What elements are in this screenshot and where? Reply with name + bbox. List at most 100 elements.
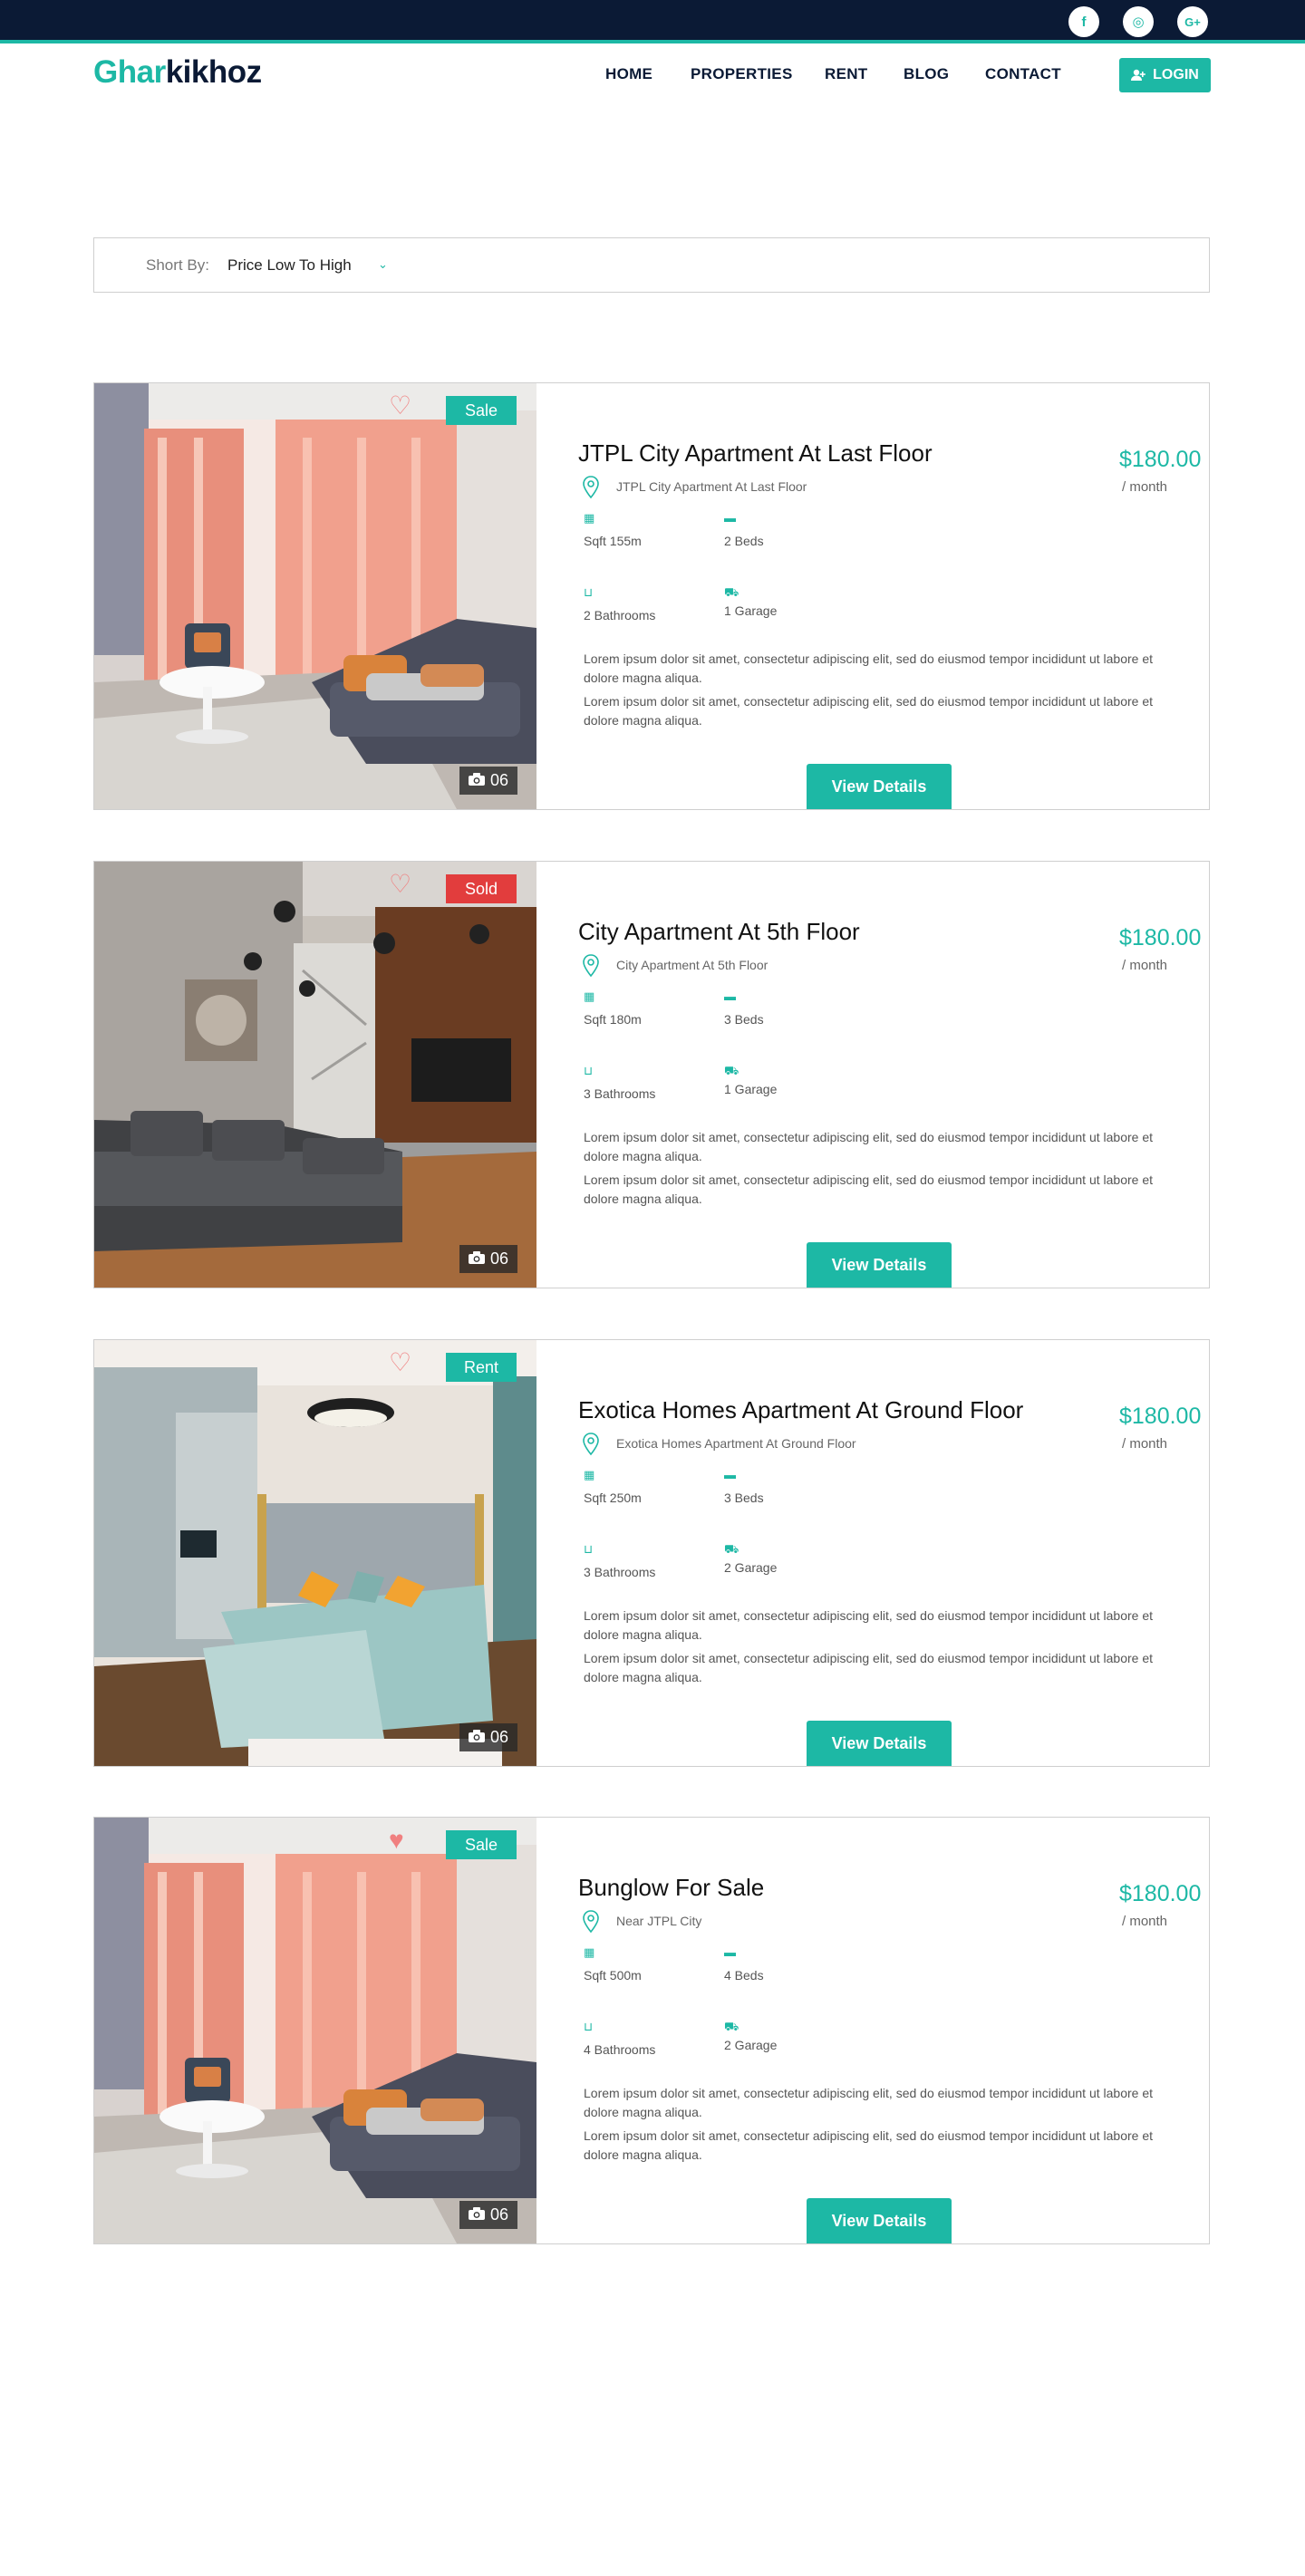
bed-icon: ▬ [724,511,736,525]
listing-photo[interactable]: ♡ Sale 06 [94,383,536,809]
logo-part-ghar: Ghar [93,54,166,90]
view-details-button[interactable]: View Details [807,1721,952,1766]
camera-icon [468,1728,485,1747]
garage-icon: ⛟ [724,1064,740,1077]
listing-price: $180.00 [1119,1881,1202,1906]
bed-icon: ▬ [724,989,736,1003]
listing-title[interactable]: JTPL City Apartment At Last Floor [578,439,933,468]
photo-count[interactable]: 06 [459,1245,517,1273]
feature-beds: 2 Beds [724,534,764,548]
photo-count[interactable]: 06 [459,767,517,795]
user-plus-icon [1131,69,1146,81]
location-pin-icon [582,954,600,982]
listing-description-2: Lorem ipsum dolor sit amet, consectetur … [584,694,1153,728]
feature-bathrooms: 2 Bathrooms [584,608,656,622]
living-room-photo [94,383,536,809]
feature-area: Sqft 180m [584,1012,642,1027]
view-details-button[interactable]: View Details [807,1242,952,1288]
listing-price: $180.00 [1119,925,1202,950]
listing-location: Exotica Homes Apartment At Ground Floor [616,1436,856,1451]
listing-photo[interactable]: ♡ Sold 06 [94,862,536,1288]
camera-icon [468,1249,485,1269]
login-button[interactable]: LOGIN [1119,58,1211,92]
listing-photo[interactable]: ♥ Sale 06 [94,1818,536,2243]
chevron-down-icon: ⌄ [378,257,388,271]
photo-count-value: 06 [489,1249,509,1268]
listing-title[interactable]: City Apartment At 5th Floor [578,918,860,946]
favorite-heart-icon[interactable]: ♡ [389,871,411,898]
status-badge: Sold [446,874,517,903]
listing-price: $180.00 [1119,447,1202,472]
price-period: / month [1122,1914,1168,1929]
google-plus-glyph: G+ [1184,14,1201,29]
garage-icon: ⛟ [724,2020,740,2033]
lounge-room-photo [94,862,536,1288]
listing-card: ♡ Sale 06 JTPL City Apartment At Last Floor… [93,382,1210,810]
location-pin-icon [582,1433,600,1461]
instagram-glyph: ◎ [1132,14,1145,30]
feature-bathrooms: 3 Bathrooms [584,1565,656,1579]
facebook-icon[interactable]: f [1068,6,1099,37]
listing-description-1: Lorem ipsum dolor sit amet, consectetur … [584,2086,1153,2119]
price-period: / month [1122,1436,1168,1452]
listing-info: Bunglow For Sale $180.00 / month Near JTPL … [536,1818,1209,2243]
area-icon: ▦ [584,511,595,525]
main-navbar: Gharkikhoz HOME PROPERTIES RENT BLOG CON… [0,47,1305,103]
nav-blog[interactable]: BLOG [904,65,949,83]
favorite-heart-icon[interactable]: ♡ [389,1349,411,1376]
nav-home[interactable]: HOME [605,65,652,83]
feature-area: Sqft 155m [584,534,642,548]
feature-bathrooms: 4 Bathrooms [584,2042,656,2057]
sort-dropdown[interactable]: Short By: Price Low To High ⌄ [93,237,1210,293]
nav-properties[interactable]: PROPERTIES [691,65,793,83]
feature-beds: 3 Beds [724,1012,764,1027]
area-icon: ▦ [584,989,595,1003]
listing-title[interactable]: Bunglow For Sale [578,1874,764,1902]
photo-count[interactable]: 06 [459,1723,517,1751]
favorite-heart-icon[interactable]: ♥ [389,1827,404,1854]
sort-value[interactable]: Price Low To High [227,256,352,275]
google-plus-icon[interactable]: G+ [1177,6,1208,37]
price-period: / month [1122,479,1168,495]
logo-part-kikhoz: kikhoz [165,54,262,90]
location-pin-icon [582,1910,600,1938]
status-badge: Rent [446,1353,517,1382]
bedroom-photo [94,1340,536,1766]
instagram-icon[interactable]: ◎ [1123,6,1154,37]
bed-icon: ▬ [724,1468,736,1481]
feature-beds: 3 Beds [724,1491,764,1505]
nav-contact[interactable]: CONTACT [985,65,1061,83]
listing-description-2: Lorem ipsum dolor sit amet, consectetur … [584,1651,1153,1684]
favorite-heart-icon[interactable]: ♡ [389,392,411,420]
garage-icon: ⛟ [724,585,740,599]
feature-bathrooms: 3 Bathrooms [584,1086,656,1101]
location-pin-icon [582,476,600,504]
bath-icon: ⊔ [584,585,594,599]
feature-garage: 1 Garage [724,1082,778,1096]
camera-icon [468,771,485,790]
listing-card: ♥ Sale 06 Bunglow For Sale $180.00 / month Nea… [93,1817,1210,2244]
facebook-glyph: f [1081,14,1087,30]
listing-description-1: Lorem ipsum dolor sit amet, consectetur … [584,1608,1153,1642]
view-details-button[interactable]: View Details [807,2198,952,2243]
bed-icon: ▬ [724,1945,736,1959]
status-badge: Sale [446,1830,517,1859]
listing-title[interactable]: Exotica Homes Apartment At Ground Floor [578,1396,1023,1424]
bath-icon: ⊔ [584,2020,594,2033]
sort-label: Short By: [146,256,209,274]
listing-photo[interactable]: ♡ Rent 06 [94,1340,536,1766]
price-period: / month [1122,958,1168,973]
view-details-button[interactable]: View Details [807,764,952,809]
area-icon: ▦ [584,1468,595,1481]
listing-location: Near JTPL City [616,1914,702,1928]
photo-count-value: 06 [489,1728,509,1746]
site-logo[interactable]: Gharkikhoz [93,53,262,92]
listing-description-1: Lorem ipsum dolor sit amet, consectetur … [584,1130,1153,1163]
top-bar: f ◎ G+ [0,0,1305,43]
status-badge: Sale [446,396,517,425]
garage-icon: ⛟ [724,1542,740,1556]
photo-count-value: 06 [489,771,509,789]
listing-card: ♡ Sold 06 City Apartment At 5th Floor $180.0… [93,861,1210,1288]
photo-count[interactable]: 06 [459,2201,517,2229]
nav-rent[interactable]: RENT [825,65,867,83]
